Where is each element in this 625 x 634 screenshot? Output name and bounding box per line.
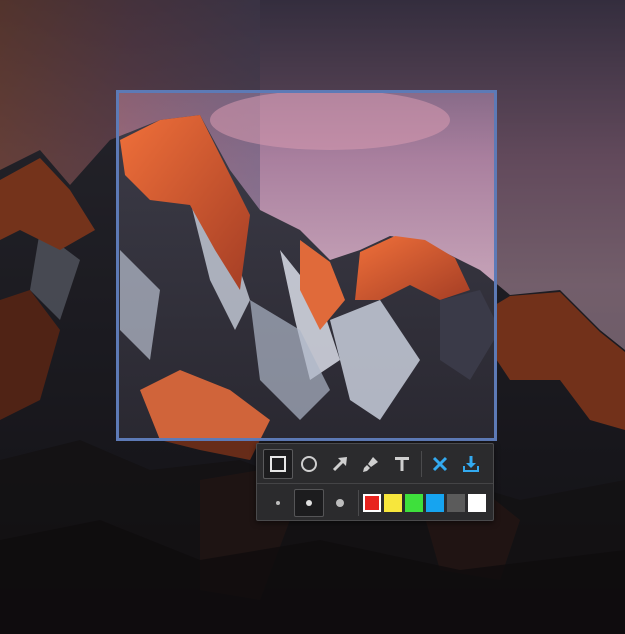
stroke-size-small-button[interactable] [263,489,293,517]
arrow-tool-button[interactable] [325,449,355,479]
color-swatch-4[interactable] [426,494,444,512]
arrow-icon [332,457,347,472]
brush-tool-button[interactable] [356,449,386,479]
toolbar-divider [358,490,359,516]
rectangle-icon [270,456,286,472]
color-swatch-2[interactable] [384,494,402,512]
close-icon [432,456,448,472]
annotation-toolbar [256,443,494,521]
cancel-capture-button[interactable] [425,449,455,479]
medium-dot-icon [306,500,312,506]
rectangle-tool-button[interactable] [263,449,293,479]
stroke-size-large-button[interactable] [325,489,355,517]
ellipse-icon [301,456,317,472]
text-tool-button[interactable] [387,449,417,479]
text-icon [395,457,409,471]
ellipse-tool-button[interactable] [294,449,324,479]
selection-image [119,93,494,438]
color-palette [363,494,489,512]
tools-row [257,447,493,481]
brush-icon [363,457,378,472]
large-dot-icon [336,499,344,507]
capture-selection-region[interactable] [116,90,497,441]
stroke-size-medium-button[interactable] [294,489,324,517]
color-swatch-5[interactable] [447,494,465,512]
save-capture-button[interactable] [456,449,486,479]
toolbar-divider [421,451,422,477]
download-icon [463,456,479,472]
color-swatch-1[interactable] [363,494,381,512]
color-swatch-6[interactable] [468,494,486,512]
small-dot-icon [276,501,280,505]
color-swatch-3[interactable] [405,494,423,512]
toolbar-row-divider [257,483,493,484]
style-row [257,487,493,519]
